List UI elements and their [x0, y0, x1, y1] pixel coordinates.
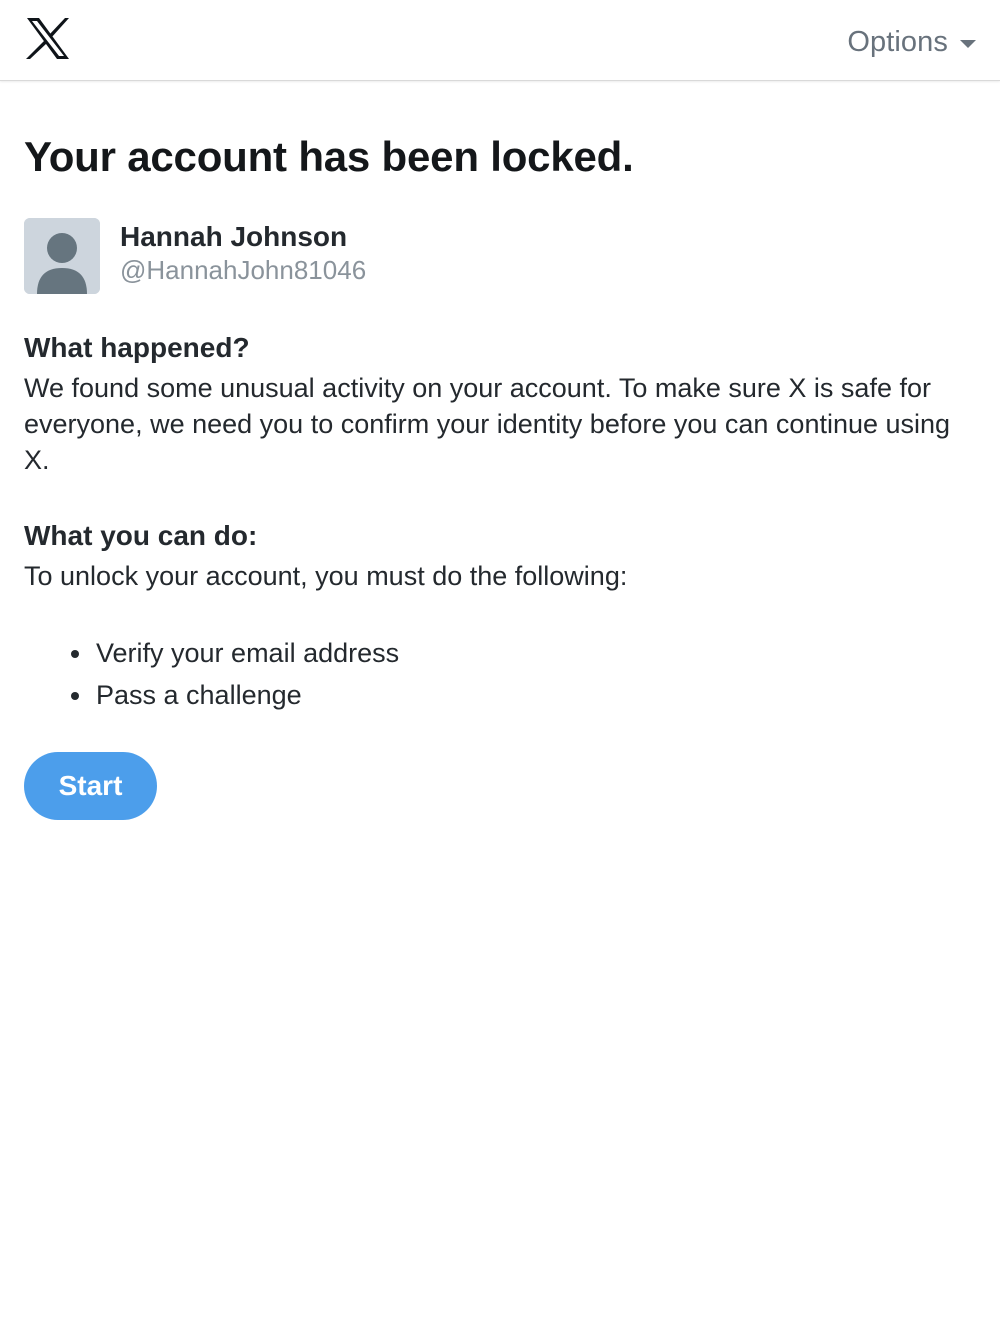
list-item: Verify your email address [71, 632, 976, 674]
top-bar: Options [0, 0, 1000, 81]
what-you-can-do-text: To unlock your account, you must do the … [24, 561, 628, 591]
page-title: Your account has been locked. [24, 133, 634, 180]
main-content: Your account has been locked. Hannah Joh… [24, 81, 976, 820]
what-you-can-do-heading: What you can do: [24, 520, 258, 551]
x-logo-icon[interactable] [26, 18, 70, 59]
list-item: Pass a challenge [71, 674, 976, 716]
steps-list: Verify your email address Pass a challen… [24, 632, 976, 716]
what-you-can-do-section: What you can do: To unlock your account,… [24, 518, 976, 594]
user-name: Hannah Johnson [120, 221, 348, 252]
default-avatar-icon [24, 218, 100, 294]
what-happened-text: We found some unusual activity on your a… [24, 373, 951, 475]
start-button[interactable]: Start [24, 752, 157, 820]
options-label: Options [847, 25, 948, 58]
options-dropdown[interactable]: Options [847, 24, 976, 60]
user-handle: @HannahJohn81046 [120, 255, 367, 285]
what-happened-section: What happened? We found some unusual act… [24, 330, 976, 478]
user-card: Hannah Johnson @HannahJohn81046 [24, 218, 976, 294]
what-happened-heading: What happened? [24, 332, 250, 363]
caret-down-icon [960, 40, 976, 48]
